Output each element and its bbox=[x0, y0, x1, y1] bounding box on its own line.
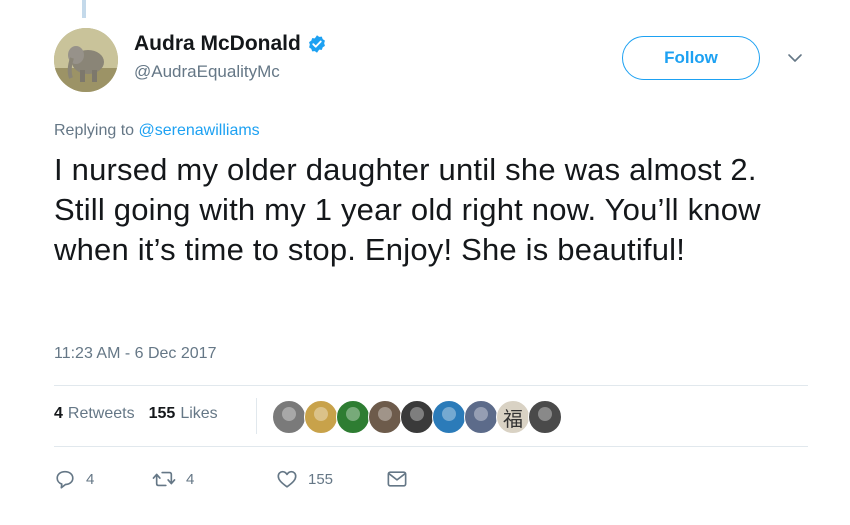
retweet-icon bbox=[152, 471, 176, 487]
liker-avatar[interactable] bbox=[400, 400, 434, 434]
author-avatar[interactable] bbox=[54, 28, 118, 92]
retweets-label[interactable]: Retweets bbox=[68, 405, 135, 423]
liker-avatar-figure bbox=[378, 407, 392, 421]
reply-count: 4 bbox=[86, 470, 95, 488]
like-count: 155 bbox=[308, 470, 334, 488]
liker-avatar[interactable] bbox=[336, 400, 370, 434]
liker-avatar-figure bbox=[314, 407, 328, 421]
liker-avatar-figure bbox=[538, 407, 552, 421]
liker-avatar[interactable] bbox=[432, 400, 466, 434]
author-name-row[interactable]: Audra McDonald bbox=[134, 32, 327, 56]
liker-avatar-figure bbox=[346, 407, 360, 421]
replying-to-line: Replying to @serenawilliams bbox=[54, 122, 260, 140]
like-action[interactable]: 155 bbox=[276, 468, 386, 490]
stats-divider bbox=[256, 398, 257, 434]
liker-avatar-figure bbox=[410, 407, 424, 421]
author-name[interactable]: Audra McDonald bbox=[134, 32, 301, 56]
retweet-count: 4 bbox=[186, 470, 195, 488]
divider-top bbox=[54, 385, 808, 386]
liker-avatar-glyph: 福 bbox=[503, 406, 523, 431]
retweets-count[interactable]: 4 bbox=[54, 405, 63, 423]
heart-icon bbox=[277, 470, 297, 488]
likes-label[interactable]: Likes bbox=[180, 405, 217, 423]
follow-button[interactable]: Follow bbox=[622, 36, 760, 80]
engagement-stats: 4 Retweets 155 Likes bbox=[54, 405, 218, 423]
chevron-down-icon[interactable] bbox=[787, 50, 803, 66]
replying-to-link[interactable]: @serenawilliams bbox=[139, 122, 260, 139]
liker-avatar[interactable] bbox=[528, 400, 562, 434]
envelope-icon bbox=[387, 471, 407, 487]
reply-icon bbox=[56, 470, 74, 489]
direct-message-action[interactable] bbox=[386, 469, 408, 489]
author-handle[interactable]: @AudraEqualityMc bbox=[134, 62, 280, 82]
verified-badge-icon bbox=[308, 35, 325, 53]
elephant-avatar-icon bbox=[54, 28, 118, 92]
divider-bottom bbox=[54, 446, 808, 447]
liker-avatar[interactable] bbox=[464, 400, 498, 434]
tweet-text: I nursed my older daughter until she was… bbox=[54, 152, 761, 267]
replying-prefix: Replying to bbox=[54, 122, 135, 139]
liker-avatar-figure bbox=[474, 407, 488, 421]
liker-avatar[interactable]: 福 bbox=[496, 400, 530, 434]
tweet-actions: 4 4 155 bbox=[54, 468, 408, 490]
liker-avatar[interactable] bbox=[272, 400, 306, 434]
likes-count[interactable]: 155 bbox=[149, 405, 176, 423]
likers-avatar-row: 福 bbox=[272, 400, 562, 434]
thread-connector-line bbox=[82, 0, 86, 18]
retweet-action[interactable]: 4 bbox=[152, 468, 276, 490]
reply-action[interactable]: 4 bbox=[54, 468, 152, 490]
liker-avatar-figure bbox=[442, 407, 456, 421]
tweet-timestamp[interactable]: 11:23 AM - 6 Dec 2017 bbox=[54, 345, 216, 363]
liker-avatar[interactable] bbox=[304, 400, 338, 434]
liker-avatar-figure bbox=[282, 407, 296, 421]
liker-avatar[interactable] bbox=[368, 400, 402, 434]
